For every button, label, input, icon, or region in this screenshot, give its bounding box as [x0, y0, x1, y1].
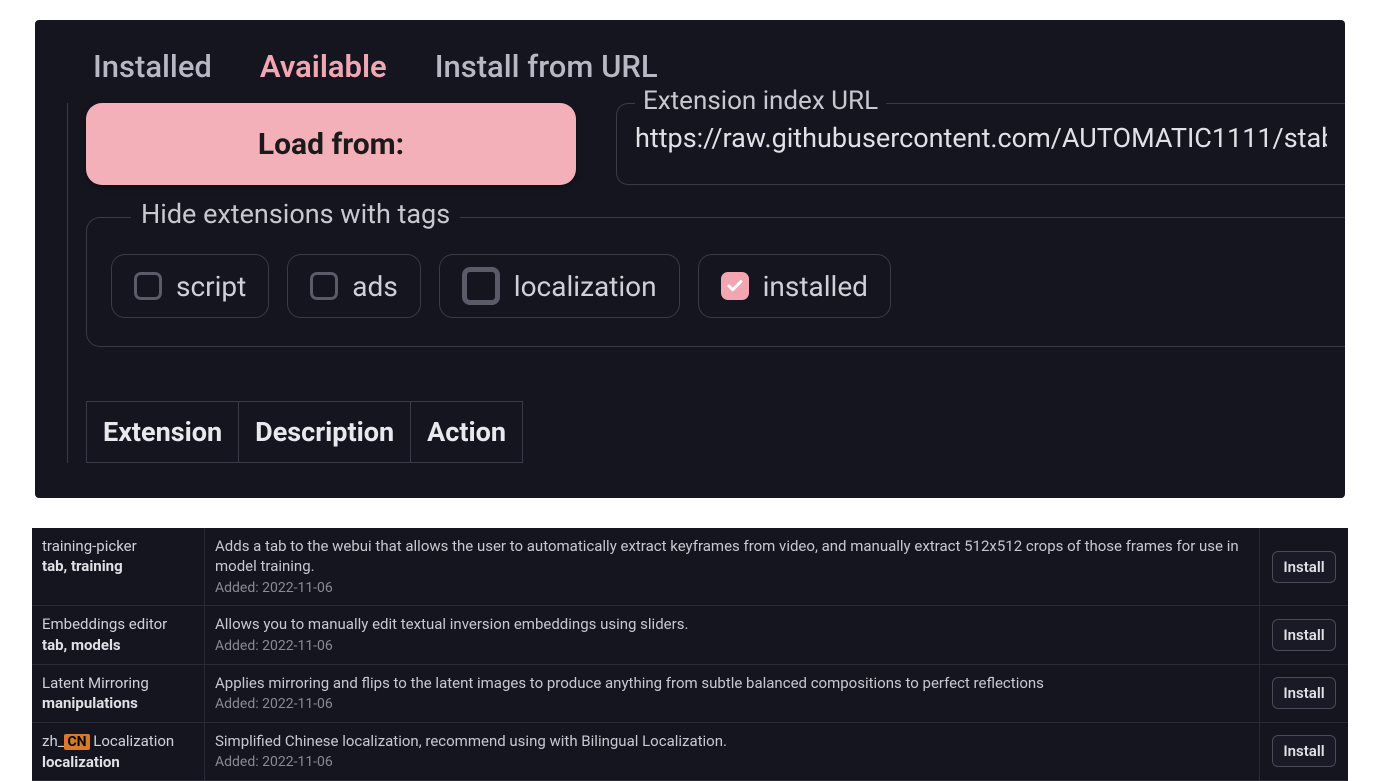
tag-label: localization — [514, 270, 657, 303]
checkbox-checked-icon — [721, 272, 749, 300]
ext-desc: Applies mirroring and flips to the laten… — [215, 673, 1249, 693]
table-row: Embeddings editor tab, models Allows you… — [32, 606, 1348, 664]
action-cell: Install — [1260, 528, 1348, 605]
checkbox-icon — [134, 272, 162, 300]
tag-label: ads — [352, 270, 397, 303]
tag-chip-installed[interactable]: installed — [698, 254, 891, 318]
tag-chip-ads[interactable]: ads — [287, 254, 420, 318]
install-button[interactable]: Install — [1272, 677, 1335, 709]
ext-name-suffix: Localization — [90, 732, 175, 750]
table-row: Latent Mirroring manipulations Applies m… — [32, 665, 1348, 723]
ext-name[interactable]: training-picker — [42, 536, 194, 556]
ext-tags: tab, training — [42, 556, 194, 576]
ext-added: Added: 2022-11-06 — [215, 637, 1249, 656]
ext-added: Added: 2022-11-06 — [215, 579, 1249, 598]
install-button[interactable]: Install — [1272, 735, 1335, 767]
hide-tags-list: script ads localization installed — [111, 254, 1321, 318]
th-extension: Extension — [87, 402, 239, 462]
install-button[interactable]: Install — [1272, 551, 1335, 583]
th-action: Action — [411, 402, 522, 462]
extensions-table-header: Extension Description Action — [86, 401, 523, 463]
hide-tags-legend: Hide extensions with tags — [131, 198, 460, 230]
ext-name-prefix: zh_ — [42, 732, 64, 750]
cn-badge-icon: CN — [64, 734, 89, 750]
extension-index-url-field[interactable]: Extension index URL https://raw.githubus… — [616, 103, 1345, 185]
tab-installed[interactable]: Installed — [93, 48, 212, 85]
ext-name[interactable]: Embeddings editor — [42, 614, 194, 634]
desc-cell: Adds a tab to the webui that allows the … — [204, 528, 1260, 605]
available-tab-body: Load from: Extension index URL https://r… — [67, 103, 1345, 463]
checkbox-icon — [462, 267, 500, 305]
load-from-button[interactable]: Load from: — [86, 103, 576, 185]
ext-tags: manipulations — [42, 693, 194, 713]
tag-label: script — [176, 270, 246, 303]
ext-added: Added: 2022-11-06 — [215, 695, 1249, 714]
ext-desc: Allows you to manually edit textual inve… — [215, 614, 1249, 634]
ext-name[interactable]: zh_CN Localization — [42, 731, 194, 752]
extensions-available-panel: Installed Available Install from URL Loa… — [35, 20, 1345, 498]
action-cell: Install — [1260, 606, 1348, 663]
ext-cell: Embeddings editor tab, models — [32, 606, 204, 663]
desc-cell: Applies mirroring and flips to the laten… — [204, 665, 1260, 722]
desc-cell: Allows you to manually edit textual inve… — [204, 606, 1260, 663]
ext-cell: training-picker tab, training — [32, 528, 204, 605]
desc-cell: Simplified Chinese localization, recomme… — [204, 723, 1260, 780]
extension-index-url-label: Extension index URL — [635, 86, 886, 116]
tab-install-from-url[interactable]: Install from URL — [435, 48, 658, 85]
checkbox-icon — [310, 272, 338, 300]
action-cell: Install — [1260, 723, 1348, 780]
table-row: zh_CN Localization localization Simplifi… — [32, 723, 1348, 781]
hide-tags-group: Hide extensions with tags script ads loc… — [86, 217, 1345, 347]
extensions-tabs: Installed Available Install from URL — [35, 20, 1345, 85]
action-cell: Install — [1260, 665, 1348, 722]
ext-added: Added: 2022-11-06 — [215, 753, 1249, 772]
ext-cell: Latent Mirroring manipulations — [32, 665, 204, 722]
tag-chip-localization[interactable]: localization — [439, 254, 680, 318]
ext-desc: Adds a tab to the webui that allows the … — [215, 536, 1249, 577]
tag-label: installed — [763, 270, 868, 303]
extensions-table-rows: training-picker tab, training Adds a tab… — [32, 528, 1348, 781]
ext-tags: localization — [42, 752, 194, 772]
load-row: Load from: Extension index URL https://r… — [86, 103, 1345, 185]
ext-desc: Simplified Chinese localization, recomme… — [215, 731, 1249, 751]
tab-available[interactable]: Available — [260, 48, 387, 85]
extension-index-url-value[interactable]: https://raw.githubusercontent.com/AUTOMA… — [635, 122, 1327, 154]
th-description: Description — [239, 402, 411, 462]
table-row: training-picker tab, training Adds a tab… — [32, 528, 1348, 606]
install-button[interactable]: Install — [1272, 619, 1335, 651]
ext-tags: tab, models — [42, 635, 194, 655]
ext-cell: zh_CN Localization localization — [32, 723, 204, 780]
ext-name[interactable]: Latent Mirroring — [42, 673, 194, 693]
tag-chip-script[interactable]: script — [111, 254, 269, 318]
